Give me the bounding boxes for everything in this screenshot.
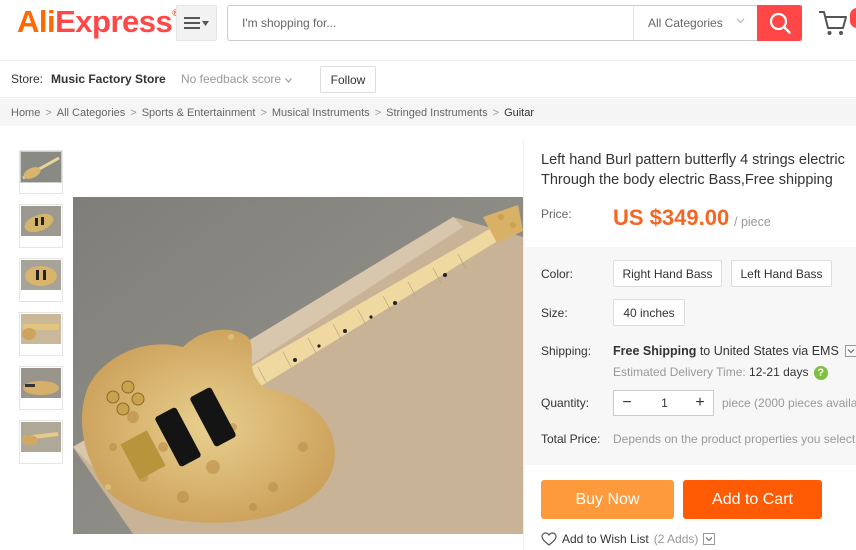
shipping-dropdown-icon[interactable] xyxy=(845,344,856,357)
search-bar: All Categories xyxy=(227,5,802,41)
estimated-delivery: Estimated Delivery Time: 12-21 days ? xyxy=(613,365,828,380)
size-label: Size: xyxy=(541,306,568,320)
breadcrumb: Home > All Categories > Sports & Entertain… xyxy=(0,99,856,126)
thumbnail-list xyxy=(19,150,63,474)
search-input[interactable] xyxy=(228,6,633,40)
buy-now-button[interactable]: Buy Now xyxy=(541,480,674,519)
caret-down-icon xyxy=(202,20,209,26)
search-icon xyxy=(769,12,791,34)
delivery-days: 12-21 xyxy=(749,365,780,379)
quantity-increase-button[interactable]: + xyxy=(687,391,713,415)
header: AliExpress® All Categories xyxy=(0,0,856,56)
breadcrumb-all-categories[interactable]: All Categories xyxy=(57,107,125,119)
breadcrumb-stringed-instruments[interactable]: Stringed Instruments xyxy=(386,107,488,119)
price-label: Price: xyxy=(541,207,572,221)
store-label: Store: xyxy=(11,72,44,86)
product-title-line-2: Through the body electric Bass,Free ship… xyxy=(541,172,833,188)
color-label: Color: xyxy=(541,267,574,281)
wishlist-label: Add to Wish List xyxy=(562,532,649,546)
chevron-down-icon xyxy=(285,78,292,83)
pieces-available: piece (2000 pieces available) xyxy=(722,396,856,410)
categories-menu-button[interactable] xyxy=(176,5,217,41)
color-option-right-hand[interactable]: Right Hand Bass xyxy=(613,260,722,287)
breadcrumb-musical-instruments[interactable]: Musical Instruments xyxy=(272,107,370,119)
total-price-note: Depends on the product properties you se… xyxy=(613,432,856,446)
add-to-wishlist-link[interactable]: Add to Wish List (2 Adds) xyxy=(541,532,716,546)
store-bar: Store: Music Factory Store No feedback s… xyxy=(0,60,856,98)
product-title: Left hand Burl pattern butterfly 4 strin… xyxy=(541,150,856,190)
shipping-method[interactable]: Free Shipping to United States via EMS xyxy=(613,344,856,358)
quantity-decrease-button[interactable]: − xyxy=(614,391,640,415)
bass-guitar-photo xyxy=(73,197,523,534)
wishlist-count: (2 Adds) xyxy=(653,532,699,546)
breadcrumb-guitar[interactable]: Guitar xyxy=(504,107,534,119)
product-price: US $349.00 xyxy=(613,205,730,230)
category-select[interactable]: All Categories xyxy=(633,6,757,40)
thumbnail-3[interactable] xyxy=(19,258,63,302)
free-shipping-text: Free Shipping xyxy=(613,344,697,358)
quantity-input[interactable]: 1 xyxy=(640,391,689,415)
main-product-image[interactable] xyxy=(73,197,523,534)
delivery-label: Estimated Delivery Time: xyxy=(613,365,746,379)
feedback-score[interactable]: No feedback score xyxy=(181,72,292,86)
shipping-destination: to United States via EMS xyxy=(699,344,839,358)
store-name-link[interactable]: Music Factory Store xyxy=(51,72,166,86)
thumbnail-4[interactable] xyxy=(19,312,63,356)
quantity-stepper: − 1 + xyxy=(613,390,714,416)
cart-icon[interactable] xyxy=(818,9,848,37)
follow-button[interactable]: Follow xyxy=(320,66,376,93)
category-select-value: All Categories xyxy=(648,16,723,30)
add-to-cart-button[interactable]: Add to Cart xyxy=(683,480,822,519)
aliexpress-logo[interactable]: AliExpress® xyxy=(17,4,179,40)
product-title-line-1: Left hand Burl pattern butterfly 4 strin… xyxy=(541,152,845,168)
total-price-label: Total Price: xyxy=(541,432,601,446)
thumbnail-1[interactable] xyxy=(19,150,63,194)
price-unit: / piece xyxy=(734,215,771,229)
quantity-label: Quantity: xyxy=(541,396,590,410)
feedback-score-text: No feedback score xyxy=(181,72,282,86)
breadcrumb-home[interactable]: Home xyxy=(11,107,40,119)
cart-count-badge xyxy=(850,8,856,28)
breadcrumb-sports[interactable]: Sports & Entertainment xyxy=(142,107,256,119)
delivery-unit: days xyxy=(783,365,809,379)
size-option-40-inches[interactable]: 40 inches xyxy=(613,299,685,326)
shipping-label: Shipping: xyxy=(541,344,592,358)
search-button[interactable] xyxy=(757,5,802,41)
thumbnail-6[interactable] xyxy=(19,420,63,464)
color-option-left-hand[interactable]: Left Hand Bass xyxy=(731,260,832,287)
wishlist-dropdown-icon[interactable] xyxy=(703,533,716,545)
chevron-down-icon xyxy=(736,18,745,24)
heart-icon xyxy=(541,532,557,546)
help-icon[interactable]: ? xyxy=(813,365,828,380)
thumbnail-5[interactable] xyxy=(19,366,63,410)
thumbnail-2[interactable] xyxy=(19,204,63,248)
hamburger-icon xyxy=(184,17,200,29)
